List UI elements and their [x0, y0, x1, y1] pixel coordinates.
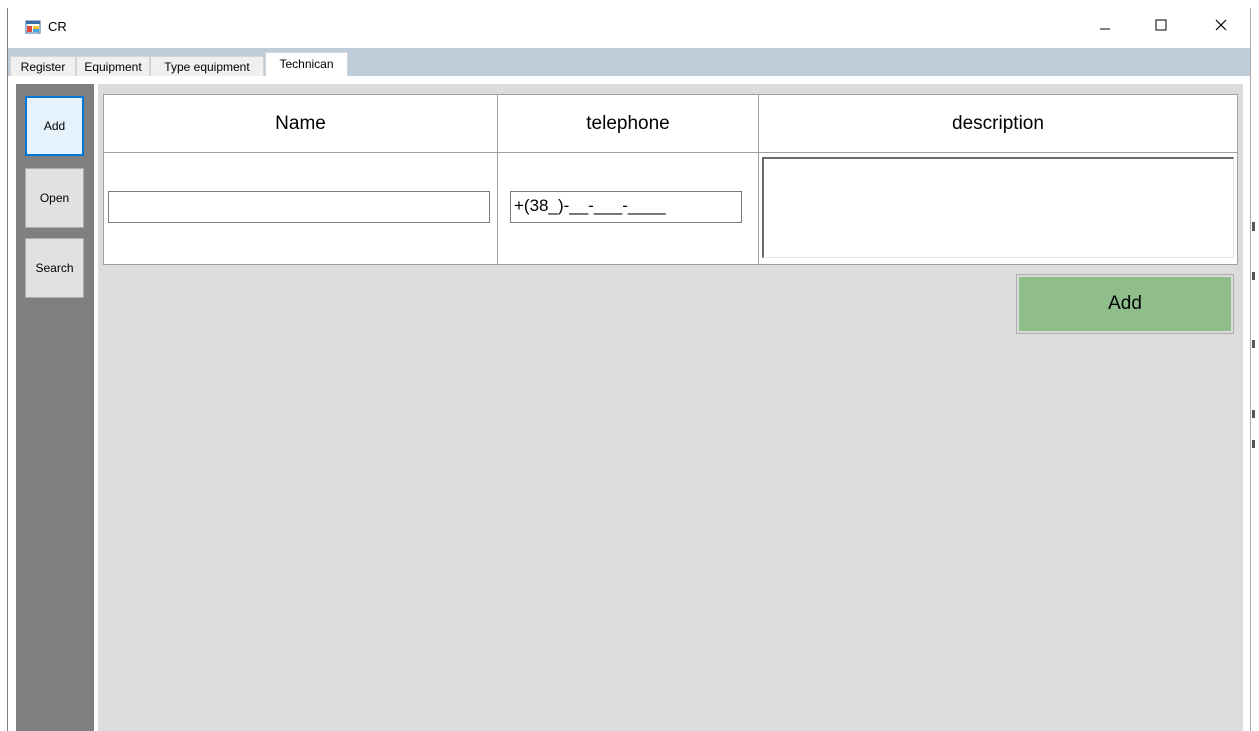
background-window-edge: [1252, 440, 1255, 448]
background-window-edge: [1252, 340, 1255, 348]
column-divider: [758, 95, 759, 264]
minimize-button[interactable]: [1082, 8, 1128, 46]
tab-register[interactable]: Register: [10, 56, 76, 76]
sidebar-search-button[interactable]: Search: [25, 238, 84, 298]
add-technician-button[interactable]: Add: [1016, 274, 1234, 334]
sidebar-open-button[interactable]: Open: [25, 168, 84, 228]
description-textarea[interactable]: [762, 157, 1234, 258]
background-window-edge: [1252, 222, 1255, 231]
technician-form-table: Name telephone description +(38_)-__-___…: [103, 94, 1238, 265]
column-header-description: description: [952, 112, 1044, 134]
column-header-name: Name: [275, 112, 326, 134]
window-title: CR: [48, 19, 67, 34]
column-divider: [497, 95, 498, 264]
close-button[interactable]: [1198, 8, 1244, 46]
tab-technican[interactable]: Technican: [265, 52, 348, 77]
sidebar: Add Open Search: [16, 84, 94, 731]
tab-content: Add Open Search Name telephone descripti…: [8, 76, 1250, 731]
telephone-masked-input[interactable]: +(38_)-__-___-____: [510, 191, 742, 223]
tab-strip: Register Equipment Type equipment Techni…: [8, 48, 1250, 77]
name-input[interactable]: [108, 191, 490, 223]
app-window-icon[interactable]: [25, 19, 41, 35]
background-window-edge: [1252, 410, 1255, 418]
column-header-telephone: telephone: [586, 112, 670, 134]
minimize-icon: [1099, 18, 1111, 36]
maximize-button[interactable]: [1138, 8, 1184, 46]
sidebar-add-button[interactable]: Add: [25, 96, 84, 156]
desktop-background: [0, 0, 1259, 8]
tab-type-equipment[interactable]: Type equipment: [150, 56, 264, 76]
main-panel: Name telephone description +(38_)-__-___…: [98, 84, 1243, 731]
app-window: CR Register Equipment Type equipment Tec…: [7, 8, 1251, 731]
tab-equipment[interactable]: Equipment: [76, 56, 150, 76]
background-window-edge: [1252, 272, 1255, 280]
close-icon: [1215, 18, 1227, 36]
maximize-icon: [1155, 18, 1167, 36]
header-divider: [104, 152, 1237, 153]
title-bar[interactable]: CR: [8, 8, 1250, 48]
